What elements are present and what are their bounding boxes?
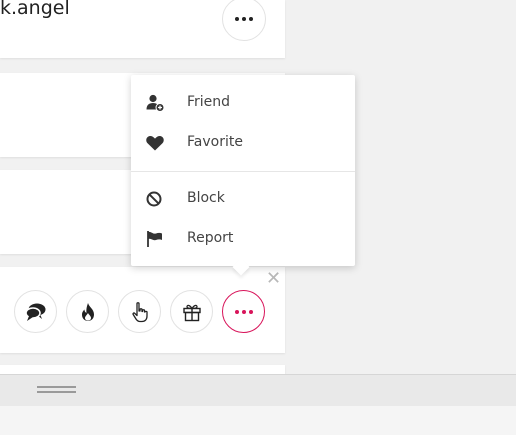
chat-button[interactable] — [14, 290, 57, 333]
gift-icon — [182, 304, 201, 321]
menu-divider — [131, 171, 355, 172]
post-card: k.angel — [0, 0, 285, 58]
menu-item-friend[interactable]: Friend — [131, 85, 355, 121]
chat-bubbles-icon — [24, 303, 45, 321]
heart-icon — [146, 135, 164, 151]
gift-button[interactable] — [170, 290, 213, 333]
post-actions-card — [0, 267, 285, 353]
flag-icon — [147, 231, 162, 247]
footer-area — [0, 406, 516, 435]
more-icon — [234, 309, 253, 314]
add-friend-icon — [146, 94, 165, 112]
menu-item-report[interactable]: Report — [131, 221, 355, 257]
poke-button[interactable] — [118, 290, 161, 333]
menu-item-favorite[interactable]: Favorite — [131, 125, 355, 161]
menu-item-block[interactable]: Block — [131, 181, 355, 217]
fire-icon — [81, 302, 94, 321]
drag-handle[interactable] — [37, 386, 76, 396]
post-username[interactable]: k.angel — [0, 0, 70, 19]
post-more-button[interactable] — [222, 0, 266, 41]
menu-item-label: Report — [187, 230, 234, 246]
block-icon — [146, 191, 162, 207]
pointing-hand-icon — [131, 301, 148, 322]
menu-item-label: Favorite — [187, 134, 243, 150]
bottom-panel — [0, 374, 516, 406]
menu-item-label: Friend — [187, 94, 231, 110]
close-icon[interactable]: ✕ — [266, 270, 281, 288]
more-options-button[interactable] — [222, 290, 265, 333]
menu-item-label: Block — [187, 190, 225, 206]
fire-button[interactable] — [66, 290, 109, 333]
options-menu: Friend Favorite Block Report — [131, 75, 355, 266]
more-icon — [235, 17, 253, 21]
